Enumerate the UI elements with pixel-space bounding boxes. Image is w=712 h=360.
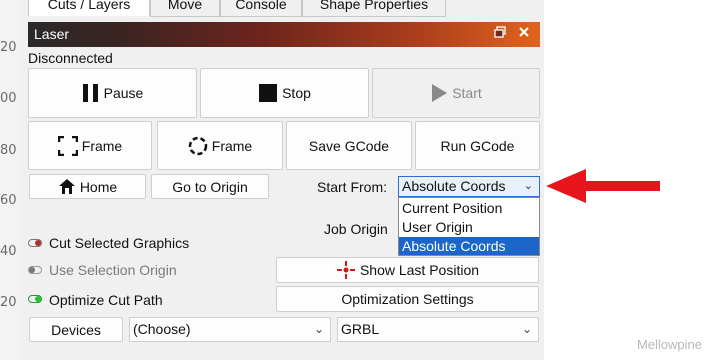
start-button[interactable]: Start <box>372 68 540 118</box>
option-current-position[interactable]: Current Position <box>399 199 539 217</box>
play-icon <box>430 83 448 103</box>
laser-panel-titlebar: Laser <box>28 22 540 47</box>
home-icon <box>58 178 76 195</box>
tab-cuts-layers[interactable]: Cuts / Layers <box>28 0 150 16</box>
save-gcode-button[interactable]: Save GCode <box>286 121 412 170</box>
frame-round-label: Frame <box>211 137 253 154</box>
watermark: Mellowpine <box>636 337 702 352</box>
chevron-down-icon: ⌄ <box>523 180 533 192</box>
start-from-select[interactable]: Absolute Coords ⌄ <box>398 176 540 197</box>
annotation-arrow-icon <box>546 169 660 203</box>
panel-title: Laser <box>34 26 70 42</box>
show-last-position-label: Show Last Position <box>359 262 480 278</box>
ruler-tick: 20 <box>0 40 17 55</box>
ruler-tick: 60 <box>0 193 17 208</box>
frame-rect-icon <box>57 135 78 156</box>
vertical-ruler: 20 00 80 60 40 20 <box>0 0 20 360</box>
start-from-dropdown: Current Position User Origin Absolute Co… <box>398 197 540 256</box>
stop-label: Stop <box>282 85 311 101</box>
ruler-tick: 80 <box>0 143 17 158</box>
chevron-down-icon: ⌄ <box>521 322 532 336</box>
pause-icon <box>82 83 100 103</box>
tab-move[interactable]: Move <box>150 0 220 17</box>
tab-console[interactable]: Console <box>220 0 302 17</box>
ruler-tick: 00 <box>0 91 17 106</box>
use-selection-origin-label: Use Selection Origin <box>49 262 177 278</box>
job-origin-label: Job Origin <box>324 221 388 237</box>
show-last-position-button[interactable]: Show Last Position <box>276 257 539 283</box>
start-label: Start <box>452 85 482 101</box>
device-select[interactable]: (Choose) ⌄ <box>129 317 331 342</box>
start-from-label: Start From: <box>317 179 388 195</box>
ruler-tick: 20 <box>0 295 17 310</box>
devices-button[interactable]: Devices <box>29 317 123 342</box>
device-select-value: (Choose) <box>133 321 191 337</box>
ruler-tick: 40 <box>0 244 17 259</box>
option-absolute-coords[interactable]: Absolute Coords <box>399 237 539 255</box>
start-from-value: Absolute Coords <box>402 178 506 194</box>
float-window-icon[interactable] <box>494 25 506 41</box>
optimization-settings-button[interactable]: Optimization Settings <box>276 286 539 312</box>
frame-rect-button[interactable]: Frame <box>28 121 152 170</box>
close-icon[interactable] <box>518 25 530 41</box>
option-user-origin[interactable]: User Origin <box>399 218 539 236</box>
go-to-origin-button[interactable]: Go to Origin <box>151 174 269 199</box>
controller-select[interactable]: GRBL ⌄ <box>337 317 539 342</box>
optimize-cut-path-label: Optimize Cut Path <box>49 292 163 308</box>
cut-selected-graphics-label: Cut Selected Graphics <box>49 235 190 251</box>
frame-rect-label: Frame <box>81 137 123 154</box>
chevron-down-icon: ⌄ <box>313 322 324 336</box>
home-label: Home <box>79 178 118 195</box>
optimize-cut-path-toggle[interactable] <box>28 295 42 303</box>
cut-selected-graphics-toggle[interactable] <box>28 239 42 247</box>
stop-button[interactable]: Stop <box>200 68 369 118</box>
connection-status: Disconnected <box>28 50 113 66</box>
tab-bar: Cuts / Layers Move Console Shape Propert… <box>20 0 544 18</box>
run-gcode-button[interactable]: Run GCode <box>415 121 540 170</box>
pause-button[interactable]: Pause <box>28 68 197 118</box>
stop-icon <box>258 83 278 103</box>
frame-round-button[interactable]: Frame <box>157 121 283 170</box>
home-button[interactable]: Home <box>29 174 146 199</box>
crosshair-icon <box>336 261 356 279</box>
use-selection-origin-toggle[interactable] <box>28 266 42 274</box>
tab-shape-properties[interactable]: Shape Properties <box>302 0 446 17</box>
frame-round-icon <box>188 136 208 156</box>
pause-label: Pause <box>103 85 144 101</box>
controller-select-value: GRBL <box>341 321 380 337</box>
